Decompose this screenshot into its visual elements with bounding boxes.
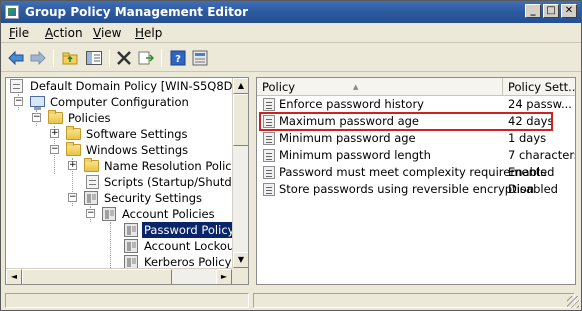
- gpo-document-icon: [10, 79, 23, 93]
- list-header: Policy ▲ Policy Sett...: [257, 78, 575, 96]
- resize-grip-icon[interactable]: [567, 296, 579, 308]
- tree-horizontal-scrollbar[interactable]: ◄ ►: [6, 268, 232, 284]
- folder-icon: [48, 110, 63, 124]
- column-header-policy-setting[interactable]: Policy Sett...: [503, 78, 575, 96]
- collapse-icon[interactable]: −: [86, 209, 95, 218]
- table-row[interactable]: Minimum password length 7 characters: [257, 147, 575, 164]
- menu-action[interactable]: Action: [45, 26, 83, 40]
- export-list-icon[interactable]: [137, 49, 155, 67]
- collapse-icon[interactable]: −: [68, 193, 77, 202]
- help-icon[interactable]: ?: [169, 49, 187, 67]
- scroll-left-button[interactable]: ◄: [6, 269, 22, 284]
- delete-icon[interactable]: [115, 49, 133, 67]
- toolbar-separator: [109, 49, 110, 67]
- scripts-icon: [86, 175, 99, 189]
- computer-icon: [30, 96, 45, 110]
- table-row[interactable]: Minimum password age 1 days: [257, 130, 575, 147]
- minimize-button[interactable]: _: [525, 4, 541, 18]
- scroll-right-button[interactable]: ►: [216, 269, 232, 284]
- title-bar[interactable]: Group Policy Management Editor _ □ ✕: [1, 1, 581, 23]
- scroll-down-button[interactable]: ▼: [233, 252, 248, 268]
- show-hide-tree-icon[interactable]: [85, 49, 103, 67]
- table-row[interactable]: Password must meet complexity requiremen…: [257, 164, 575, 181]
- console-tree[interactable]: Default Domain Policy [WIN-S5Q8DVT3E58 −…: [5, 77, 249, 285]
- password-policy-icon: [124, 223, 138, 237]
- expand-icon[interactable]: +: [68, 161, 77, 170]
- column-header-policy[interactable]: Policy ▲: [257, 78, 503, 96]
- properties-icon[interactable]: [191, 49, 209, 67]
- pane-splitter[interactable]: [250, 77, 255, 285]
- details-pane[interactable]: Policy ▲ Policy Sett... Enforce password…: [256, 77, 576, 285]
- menu-file[interactable]: File: [9, 26, 29, 40]
- policy-item-icon: [263, 149, 275, 162]
- folder-icon: [66, 142, 81, 156]
- status-bar: [1, 290, 581, 310]
- account-policies-icon: [102, 207, 116, 221]
- collapse-icon[interactable]: −: [50, 145, 59, 154]
- close-button[interactable]: ✕: [561, 4, 577, 18]
- tree-vertical-scrollbar[interactable]: ▲ ▼: [232, 78, 248, 268]
- policy-item-icon: [263, 115, 275, 128]
- policy-item-icon: [263, 132, 275, 145]
- policy-item-icon: [263, 166, 275, 179]
- toolbar-separator: [53, 49, 54, 67]
- maximize-button[interactable]: □: [543, 4, 559, 18]
- policy-item-icon: [263, 183, 275, 196]
- table-row[interactable]: Enforce password history 24 passw...: [257, 96, 575, 113]
- menu-help[interactable]: Help: [135, 26, 162, 40]
- status-panel-right: [253, 293, 575, 308]
- back-arrow-icon[interactable]: [7, 49, 25, 67]
- kerberos-policy-icon: [124, 255, 138, 269]
- folder-icon: [66, 126, 81, 140]
- forward-arrow-icon[interactable]: [29, 49, 47, 67]
- table-row[interactable]: Store passwords using reversible encrypt…: [257, 181, 575, 198]
- gpo-editor-app-icon: [5, 5, 19, 19]
- scroll-up-button[interactable]: ▲: [233, 78, 248, 94]
- status-panel-left: [5, 293, 249, 308]
- security-settings-icon: [84, 191, 98, 205]
- sort-ascending-icon: ▲: [353, 83, 359, 91]
- menu-view[interactable]: View: [93, 26, 121, 40]
- app-window: Group Policy Management Editor _ □ ✕ Fil…: [0, 0, 582, 311]
- svg-text:?: ?: [175, 54, 181, 65]
- scroll-thumb[interactable]: [233, 94, 248, 146]
- folder-icon: [84, 158, 99, 172]
- toolbar-separator: [161, 49, 162, 67]
- scrollbar-corner: [232, 268, 248, 284]
- policy-item-icon: [263, 98, 275, 111]
- collapse-icon[interactable]: −: [32, 113, 41, 122]
- up-folder-icon[interactable]: [61, 49, 79, 67]
- toolbar: ?: [1, 44, 581, 72]
- table-row[interactable]: Maximum password age 42 days: [257, 113, 575, 130]
- window-title: Group Policy Management Editor: [25, 5, 249, 19]
- account-lockout-icon: [124, 239, 138, 253]
- menu-bar: File Action View Help: [1, 23, 581, 43]
- expand-icon[interactable]: +: [50, 129, 59, 138]
- collapse-icon[interactable]: −: [14, 97, 23, 106]
- scroll-thumb[interactable]: [22, 269, 172, 284]
